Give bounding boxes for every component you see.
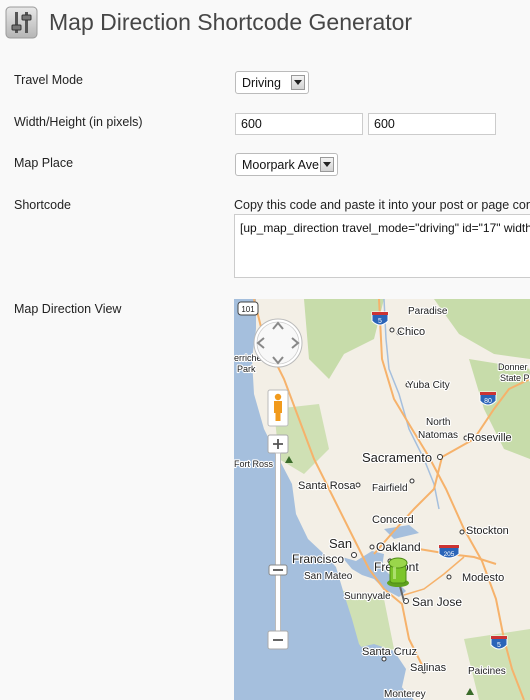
height-input[interactable] [368, 113, 496, 135]
map-canvas[interactable]: 101 5 80 205 5 Paradise Chico Yuba City … [234, 299, 530, 700]
us101-shield: 101 [237, 301, 259, 316]
place-label: North [426, 417, 450, 428]
settings-sliders-icon [5, 6, 38, 38]
place-label: Yuba City [407, 380, 450, 391]
place-label: State Pa [500, 373, 530, 383]
travel-mode-select[interactable]: Driving [235, 71, 309, 94]
place-label: San [329, 536, 352, 551]
svg-text:5: 5 [497, 642, 501, 649]
place-label: Fairfield [372, 483, 408, 494]
page-header: Map Direction Shortcode Generator [5, 4, 412, 40]
shortcode-hint: Copy this code and paste it into your po… [234, 198, 530, 212]
place-label: Chico [397, 326, 425, 338]
place-label: Park [237, 364, 256, 374]
size-label: Width/Height (in pixels) [14, 115, 143, 129]
place-label: Roseville [467, 432, 512, 444]
place-label: Sacramento [362, 450, 432, 465]
place-label: Natomas [418, 430, 458, 441]
svg-text:101: 101 [241, 305, 255, 314]
i205-shield: 205 [438, 544, 460, 559]
place-label: San Jose [412, 595, 462, 609]
place-label: Salinas [410, 662, 447, 674]
page-title: Map Direction Shortcode Generator [49, 8, 413, 35]
place-label: Sunnyvale [344, 591, 391, 602]
place-label: Fort Ross [234, 459, 274, 469]
chevron-down-icon [320, 157, 334, 172]
place-label: Concord [372, 514, 414, 526]
place-label: Donner Men [498, 362, 530, 372]
place-label: Stockton [466, 525, 509, 537]
chevron-down-icon [291, 75, 305, 90]
zoom-track [275, 452, 281, 634]
place-label: Francisco [292, 552, 344, 566]
travel-mode-label: Travel Mode [14, 73, 84, 87]
place-label: San Mateo [304, 571, 353, 582]
i80-shield: 80 [479, 391, 497, 406]
place-label: Oakland [376, 540, 421, 554]
map-view[interactable]: 101 5 80 205 5 Paradise Chico Yuba City … [234, 299, 530, 700]
place-label: Santa Rosa [298, 480, 356, 492]
map-view-label: Map Direction View [14, 302, 122, 316]
place-label: Paicines [468, 666, 506, 677]
width-input[interactable] [235, 113, 363, 135]
i5-north-shield: 5 [371, 311, 389, 326]
i5-south-shield: 5 [490, 635, 508, 650]
svg-text:205: 205 [444, 551, 455, 558]
svg-text:5: 5 [378, 318, 382, 325]
map-place-label: Map Place [14, 156, 74, 170]
place-label: Santa Cruz [362, 646, 417, 658]
place-label: Paradise [408, 306, 448, 317]
map-place-value: Moorpark Ave [242, 157, 319, 172]
shortcode-label: Shortcode [14, 198, 71, 212]
travel-mode-value: Driving [242, 75, 281, 90]
pegman-icon[interactable] [267, 389, 289, 427]
map-place-select[interactable]: Moorpark Ave [235, 153, 338, 176]
svg-text:80: 80 [484, 398, 492, 405]
place-label: Monterey [384, 689, 426, 700]
place-label: Modesto [462, 572, 504, 584]
pan-control[interactable] [253, 318, 303, 368]
shortcode-textarea[interactable]: [up_map_direction travel_mode="driving" … [234, 214, 530, 278]
